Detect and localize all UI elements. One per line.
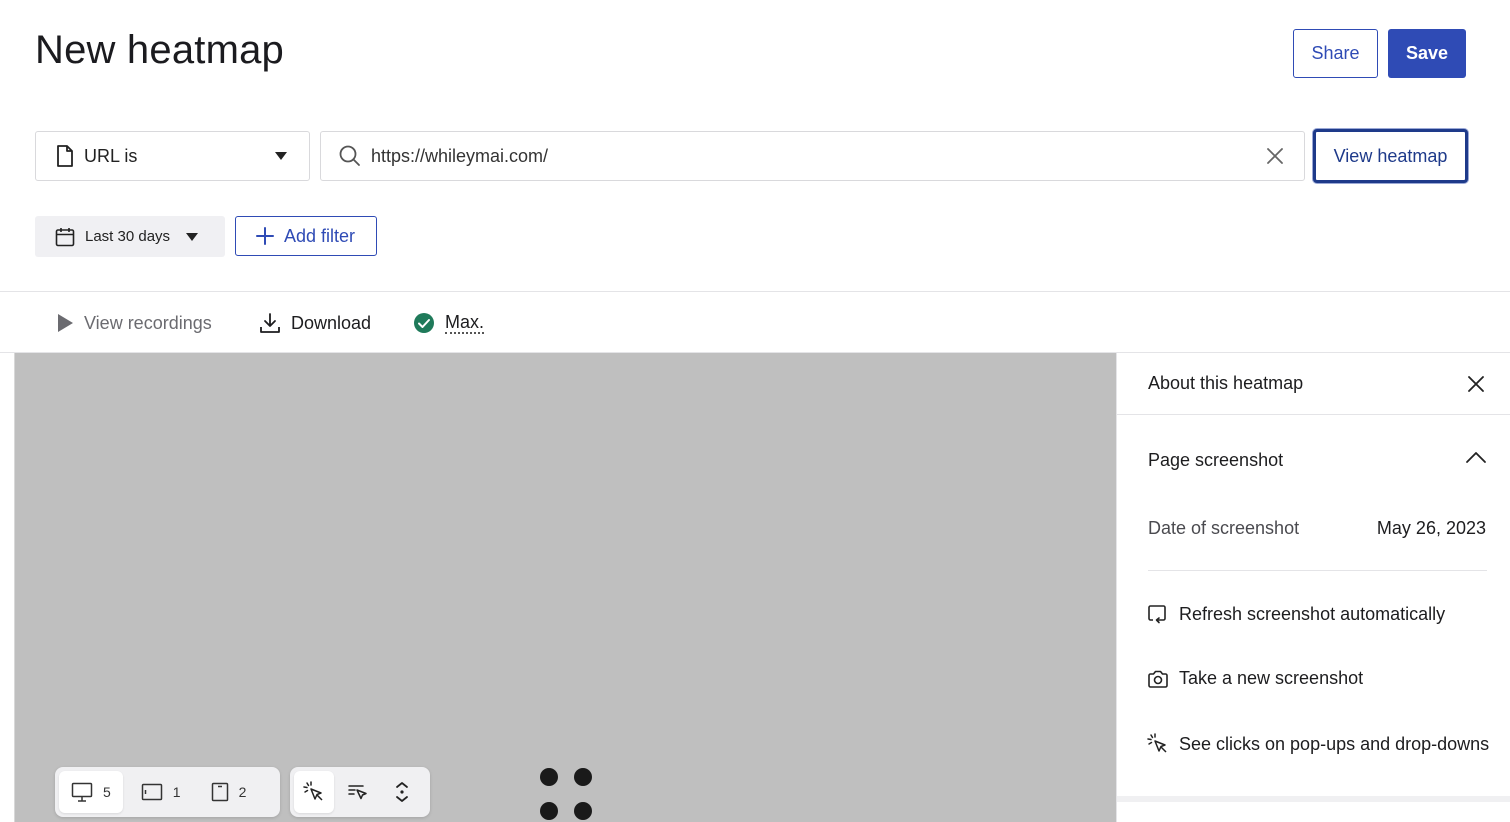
- screenshot-date-label: Date of screenshot: [1148, 518, 1300, 538]
- url-rule-select[interactable]: URL is: [35, 131, 310, 181]
- popup-clicks-label: See clicks on pop-ups and drop-downs: [1179, 733, 1490, 754]
- device-switcher: 5 1 2: [55, 767, 280, 817]
- url-search-input[interactable]: https://whileymai.com/: [320, 131, 1305, 181]
- screenshot-date-value: May 26, 2023: [1376, 518, 1486, 538]
- pointer-click-icon: [1147, 733, 1169, 755]
- view-recordings-label: View recordings: [84, 312, 212, 333]
- pointer-list-icon: [347, 781, 369, 803]
- panel-title: About this heatmap: [1148, 373, 1304, 393]
- popup-clicks-button[interactable]: See clicks on pop-ups and drop-downs: [1147, 733, 1489, 755]
- heatmap-mode-switcher: [290, 767, 430, 817]
- download-icon: [259, 312, 281, 334]
- search-icon: [339, 145, 361, 167]
- loading-dot: [574, 802, 592, 820]
- download-button[interactable]: Download: [259, 310, 371, 336]
- max-button[interactable]: Max.: [413, 310, 485, 336]
- save-button[interactable]: Save: [1388, 29, 1466, 78]
- chevron-up-icon[interactable]: [1465, 450, 1487, 464]
- tablet-icon: [141, 783, 163, 801]
- date-range-label: Last 30 days: [85, 228, 171, 245]
- url-rule-label: URL is: [84, 145, 138, 166]
- device-count: 2: [238, 784, 247, 800]
- panel-footer: [1117, 796, 1510, 822]
- loading-dot: [540, 802, 558, 820]
- pointer-click-icon: [303, 781, 325, 803]
- take-screenshot-label: Take a new screenshot: [1179, 668, 1364, 688]
- view-recordings-button[interactable]: View recordings: [56, 310, 212, 336]
- caret-down-icon: [275, 152, 287, 160]
- close-icon[interactable]: [1467, 375, 1485, 393]
- clear-icon[interactable]: [1266, 147, 1284, 165]
- scroll-vertical-icon: [393, 781, 411, 803]
- device-tablet-button[interactable]: 1: [129, 771, 193, 813]
- loading-indicator: [538, 767, 598, 822]
- scroll-clicks-mode-button[interactable]: [338, 771, 378, 813]
- ruler: [0, 353, 15, 822]
- add-filter-label: Add filter: [284, 225, 356, 246]
- calendar-icon: [55, 227, 75, 247]
- mobile-icon: [211, 782, 229, 802]
- date-range-select[interactable]: Last 30 days: [35, 216, 225, 257]
- about-heatmap-panel: About this heatmap Page screenshot Date …: [1116, 353, 1510, 822]
- device-count: 1: [172, 784, 181, 800]
- share-button[interactable]: Share: [1293, 29, 1378, 78]
- caret-down-icon: [186, 232, 199, 241]
- clicks-mode-button[interactable]: [294, 771, 334, 813]
- page-title: New heatmap: [35, 28, 284, 72]
- camera-icon: [1147, 669, 1169, 689]
- panel-header: About this heatmap: [1117, 353, 1510, 415]
- file-icon: [56, 145, 74, 167]
- loading-dot: [574, 768, 592, 786]
- refresh-screenshot-label: Refresh screenshot automatically: [1179, 603, 1446, 624]
- add-filter-button[interactable]: Add filter: [235, 216, 377, 256]
- divider: [1148, 570, 1487, 571]
- refresh-screen-icon: [1147, 603, 1169, 625]
- device-mobile-button[interactable]: 2: [199, 771, 259, 813]
- section-title: Page screenshot: [1148, 450, 1284, 470]
- check-circle-icon: [413, 312, 435, 334]
- device-count: 5: [103, 784, 111, 800]
- plus-icon: [256, 227, 274, 245]
- view-heatmap-button[interactable]: View heatmap: [1313, 129, 1468, 183]
- desktop-icon: [71, 782, 93, 802]
- play-icon: [56, 313, 74, 333]
- scroll-depth-mode-button[interactable]: [382, 771, 422, 813]
- take-screenshot-button[interactable]: Take a new screenshot: [1147, 668, 1363, 689]
- loading-dot: [540, 768, 558, 786]
- divider: [0, 291, 1510, 292]
- heatmap-canvas[interactable]: [15, 353, 1116, 822]
- download-label: Download: [291, 312, 372, 333]
- max-label: Max.: [445, 312, 485, 334]
- device-desktop-button[interactable]: 5: [59, 771, 123, 813]
- url-value: https://whileymai.com/: [371, 145, 549, 166]
- refresh-screenshot-button[interactable]: Refresh screenshot automatically: [1147, 603, 1445, 625]
